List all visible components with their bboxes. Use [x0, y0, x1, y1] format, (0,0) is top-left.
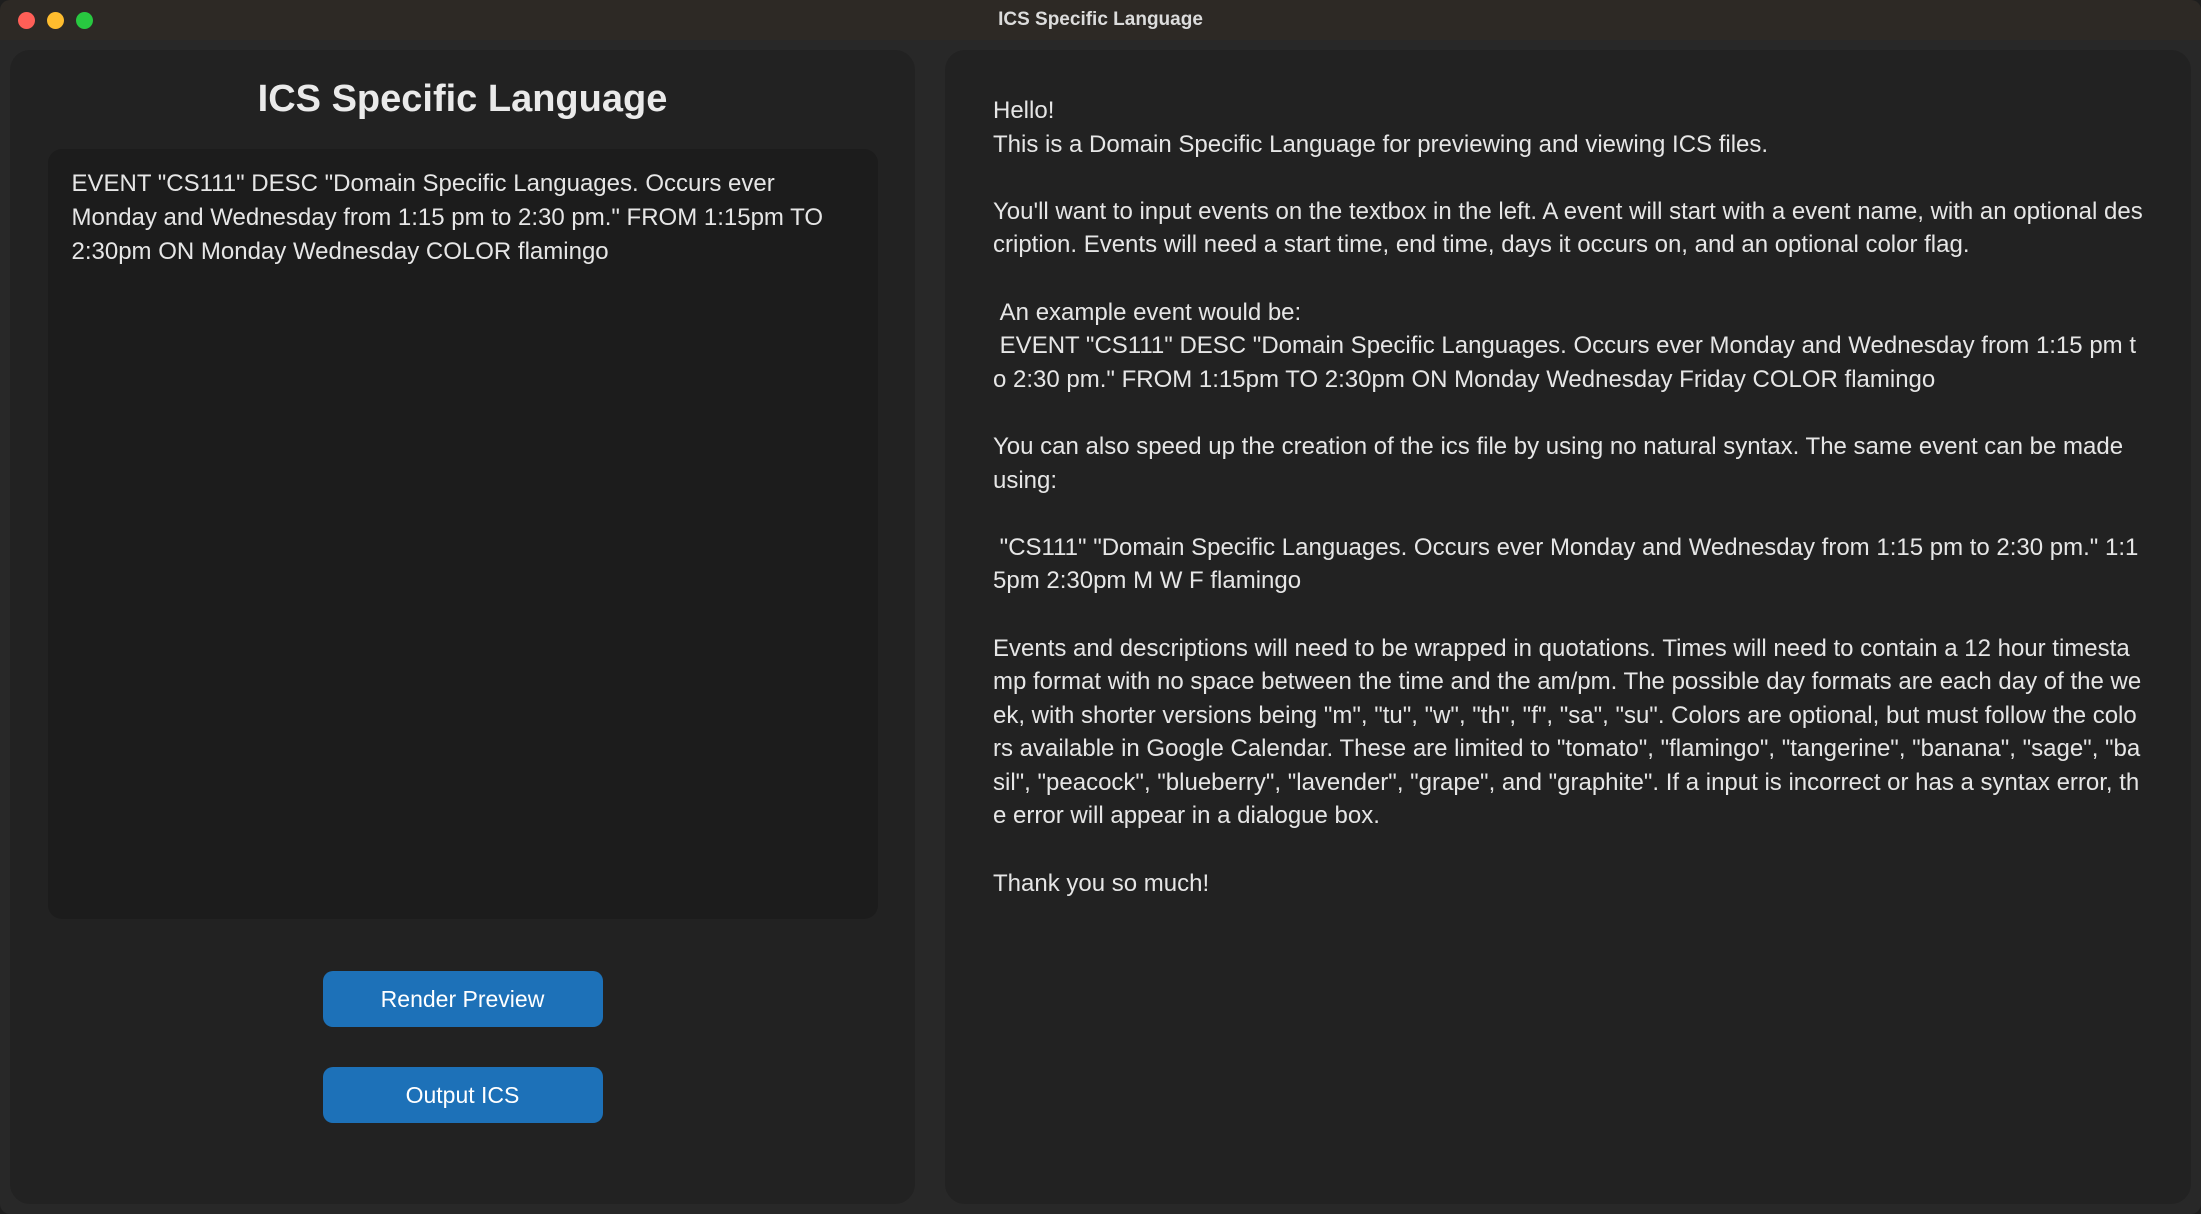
titlebar[interactable]: ICS Specific Language — [0, 0, 2201, 40]
output-ics-button[interactable]: Output ICS — [323, 1067, 603, 1123]
right-panel: Hello! This is a Domain Specific Languag… — [945, 50, 2191, 1204]
page-heading: ICS Specific Language — [258, 78, 668, 121]
help-text: Hello! This is a Domain Specific Languag… — [993, 94, 2143, 900]
zoom-window-button[interactable] — [76, 12, 93, 29]
traffic-lights — [18, 12, 93, 29]
left-panel: ICS Specific Language Render Preview Out… — [10, 50, 915, 1204]
content-area: ICS Specific Language Render Preview Out… — [0, 40, 2201, 1214]
dsl-input-textarea[interactable] — [48, 149, 878, 919]
window-title: ICS Specific Language — [0, 9, 2201, 31]
close-window-button[interactable] — [18, 12, 35, 29]
render-preview-button[interactable]: Render Preview — [323, 971, 603, 1027]
minimize-window-button[interactable] — [47, 12, 64, 29]
button-stack: Render Preview Output ICS — [323, 971, 603, 1123]
